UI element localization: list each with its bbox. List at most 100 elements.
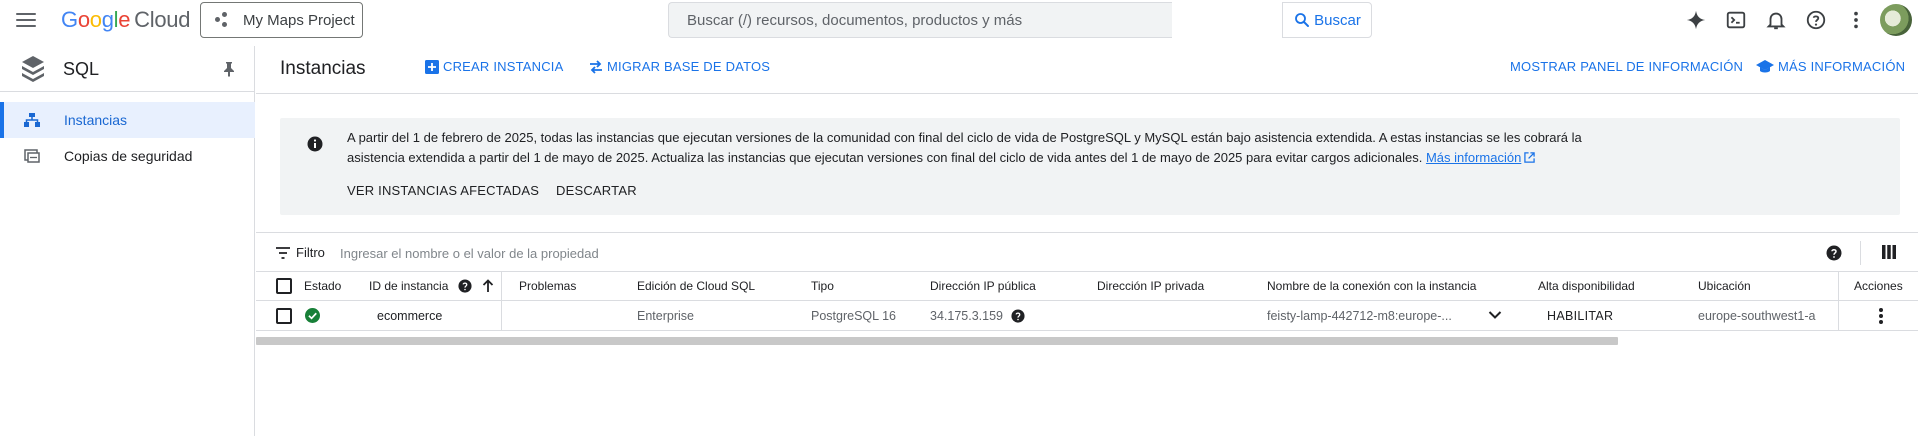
filter-label: Filtro [296, 245, 325, 260]
type-cell: PostgreSQL 16 [811, 308, 897, 323]
table-header: Estado ID de instancia Problemas Edición… [256, 272, 1918, 301]
filter-icon [276, 246, 290, 259]
search-button[interactable]: Buscar [1282, 2, 1372, 38]
instance-id-link[interactable]: ecommerce [377, 309, 442, 323]
more-info-button[interactable]: MÁS INFORMACIÓN [1756, 59, 1905, 74]
more-info-link[interactable]: Más información [1426, 150, 1521, 165]
public-ip-value: 34.175.3.159 [930, 308, 1003, 323]
sparkle-icon[interactable] [1684, 8, 1708, 32]
terminal-icon[interactable] [1724, 8, 1748, 32]
select-all-cell [276, 272, 292, 300]
show-info-panel-label: MOSTRAR PANEL DE INFORMACIÓN [1510, 59, 1744, 74]
help-icon[interactable] [1804, 8, 1828, 32]
instances-icon [24, 113, 40, 127]
column-divider [501, 301, 502, 330]
migrate-database-button[interactable]: MIGRAR BASE DE DATOS [589, 59, 770, 74]
row-checkbox[interactable] [276, 307, 292, 324]
column-header-alta[interactable]: Alta disponibilidad [1538, 272, 1635, 300]
column-header-edicion[interactable]: Edición de Cloud SQL [637, 272, 755, 300]
create-instance-button[interactable]: CREAR INSTANCIA [425, 59, 564, 74]
filter-bar: Filtro [256, 232, 1918, 272]
top-bar: Google Cloud My Maps Project Buscar [0, 0, 1918, 40]
column-header-tipo[interactable]: Tipo [811, 272, 834, 300]
enable-ha-button[interactable]: HABILITAR [1547, 309, 1613, 323]
sidebar-header: SQL [0, 46, 255, 92]
column-label: Alta disponibilidad [1538, 279, 1635, 293]
banner-message: A partir del 1 de febrero de 2025, todas… [347, 128, 1647, 168]
help-icon[interactable] [458, 279, 472, 293]
extended-support-banner: A partir del 1 de febrero de 2025, todas… [280, 118, 1900, 215]
column-label: Nombre de la conexión con la instancia [1267, 279, 1477, 293]
dismiss-button[interactable]: DESCARTAR [556, 183, 637, 198]
project-selector-button[interactable]: My Maps Project [200, 2, 363, 38]
select-all-checkbox[interactable] [276, 278, 292, 294]
column-header-ubicacion[interactable]: Ubicación [1698, 272, 1751, 300]
chevron-down-icon[interactable] [1488, 310, 1502, 320]
column-header-conexion[interactable]: Nombre de la conexión con la instancia [1267, 272, 1476, 300]
horizontal-scrollbar[interactable] [256, 337, 1618, 345]
filter-divider [1860, 241, 1861, 265]
sidebar-item-copias[interactable]: Copias de seguridad [0, 138, 255, 174]
column-label: Problemas [519, 279, 577, 293]
avatar[interactable] [1880, 4, 1912, 36]
google-cloud-logo[interactable]: Google Cloud [61, 7, 190, 33]
banner-line-2-text: asistencia extendida a partir del 1 de m… [347, 150, 1423, 165]
menu-icon[interactable] [14, 9, 38, 31]
migrate-database-label: MIGRAR BASE DE DATOS [607, 59, 771, 74]
search-input[interactable] [687, 11, 1172, 29]
column-header-estado[interactable]: Estado [304, 272, 341, 300]
column-label: Edición de Cloud SQL [637, 279, 756, 293]
create-instance-label: CREAR INSTANCIA [443, 59, 564, 74]
public-ip-cell: 34.175.3.159 [930, 301, 1025, 330]
column-header-id[interactable]: ID de instancia [369, 272, 494, 300]
show-info-panel-button[interactable]: MOSTRAR PANEL DE INFORMACIÓN [1510, 59, 1743, 74]
backup-icon [24, 149, 40, 163]
more-info-label: MÁS INFORMACIÓN [1778, 59, 1906, 74]
banner-line-1: A partir del 1 de febrero de 2025, todas… [347, 130, 1582, 145]
column-divider [1838, 272, 1839, 300]
column-header-problemas[interactable]: Problemas [519, 272, 576, 300]
sql-product-icon [22, 56, 44, 82]
column-label: Estado [304, 279, 342, 293]
project-icon [215, 12, 231, 28]
pin-icon[interactable] [222, 61, 236, 77]
instance-id-cell[interactable]: ecommerce [377, 301, 442, 330]
sidebar-item-label: Instancias [64, 112, 128, 128]
filter-button[interactable]: Filtro [276, 245, 325, 260]
search-button-label: Buscar [1314, 11, 1361, 29]
column-label: Tipo [811, 279, 834, 293]
help-icon[interactable] [1011, 308, 1025, 323]
connection-name-value: feisty-lamp-442712-m8:europe-... [1267, 308, 1452, 323]
more-info-link-label: Más información [1425, 150, 1522, 165]
info-icon [307, 136, 323, 152]
sidebar: SQL Instancias Copias de seguridad [0, 46, 255, 436]
page-title: Instancias [280, 58, 366, 79]
column-label: Ubicación [1698, 279, 1751, 293]
search-icon [1295, 13, 1310, 27]
banner-line-2: asistencia extendida a partir del 1 de m… [347, 148, 1647, 168]
column-header-ip-privada[interactable]: Dirección IP privada [1097, 272, 1204, 300]
school-icon [1756, 59, 1774, 72]
high-availability-cell: HABILITAR [1547, 301, 1613, 330]
product-title: SQL [63, 59, 100, 79]
column-display-icon[interactable] [1882, 245, 1896, 259]
project-name: My Maps Project [243, 11, 355, 29]
actions-cell [1878, 301, 1884, 330]
column-header-ip-publica[interactable]: Dirección IP pública [930, 272, 1036, 300]
view-affected-instances-button[interactable]: VER INSTANCIAS AFECTADAS [347, 183, 539, 198]
column-label: Dirección IP privada [1097, 279, 1205, 293]
column-header-acciones: Acciones [1854, 272, 1903, 300]
more-vert-icon[interactable] [1844, 8, 1868, 32]
swap-icon [590, 59, 602, 74]
open-in-new-icon [1524, 152, 1536, 163]
add-box-icon [425, 59, 439, 74]
sidebar-item-instancias[interactable]: Instancias [0, 102, 255, 138]
sort-arrow-up-icon[interactable] [482, 279, 494, 293]
help-icon[interactable] [1826, 245, 1842, 261]
bell-icon[interactable] [1764, 8, 1788, 32]
location-cell: europe-southwest1-a [1698, 308, 1816, 323]
more-vert-icon[interactable] [1878, 307, 1884, 325]
table-row: ecommerce Enterprise PostgreSQL 16 34.17… [256, 301, 1918, 331]
column-label: Dirección IP pública [930, 279, 1036, 293]
filter-input[interactable] [340, 243, 940, 263]
